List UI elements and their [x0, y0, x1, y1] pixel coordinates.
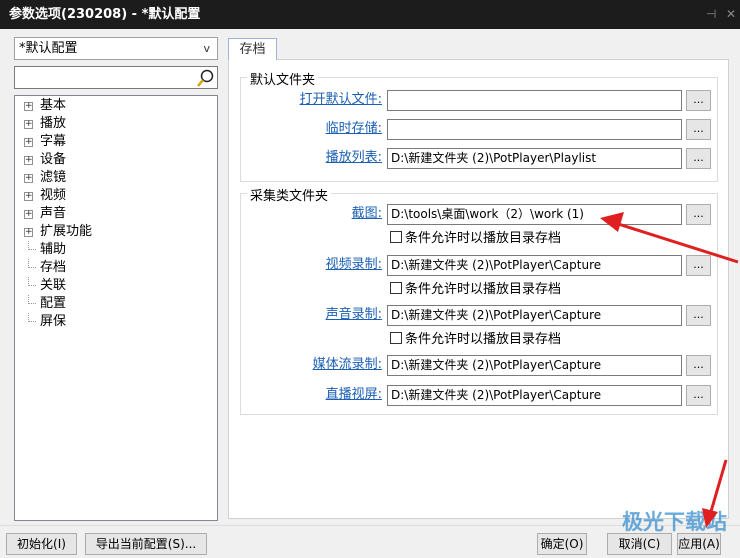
- folder-label-link[interactable]: 直播视屏:: [242, 385, 382, 405]
- tree-item-label: 设备: [40, 152, 67, 167]
- tree-item-label: 辅助: [40, 242, 67, 257]
- apply-button[interactable]: 应用(A): [677, 533, 721, 555]
- pin-icon[interactable]: ⊣: [706, 0, 716, 29]
- tree-item-label: 视频: [40, 188, 67, 203]
- folder-label-link[interactable]: 截图:: [242, 204, 382, 224]
- ok-button[interactable]: 确定(O): [537, 533, 587, 555]
- tree-line: [28, 277, 36, 286]
- tree-item-label: 关联: [40, 278, 67, 293]
- browse-button[interactable]: ...: [686, 148, 711, 169]
- tree-item-label: 声音: [40, 206, 67, 221]
- expand-icon[interactable]: +: [24, 102, 33, 111]
- export-config-button[interactable]: 导出当前配置(S)...: [85, 533, 207, 555]
- play-dir-checkbox[interactable]: 条件允许时以播放目录存档: [390, 332, 561, 348]
- browse-button[interactable]: ...: [686, 119, 711, 140]
- tree-item-label: 播放: [40, 116, 67, 131]
- tree-line: [28, 313, 36, 322]
- expand-icon[interactable]: +: [24, 138, 33, 147]
- title-bar: 参数选项(230208) - *默认配置 ⊣ ✕: [0, 0, 740, 29]
- reset-button[interactable]: 初始化(I): [6, 533, 77, 555]
- folder-label-link[interactable]: 播放列表:: [242, 148, 382, 168]
- folder-path-input[interactable]: [387, 119, 682, 140]
- tab-archive[interactable]: 存档: [228, 38, 277, 60]
- folder-path-input[interactable]: [387, 90, 682, 111]
- folder-label-link[interactable]: 打开默认文件:: [242, 90, 382, 110]
- checkbox-box[interactable]: [390, 282, 402, 294]
- tree-item-label: 滤镜: [40, 170, 67, 185]
- tree-item-label: 字幕: [40, 134, 67, 149]
- folder-path-input[interactable]: D:\新建文件夹 (2)\PotPlayer\Capture: [387, 385, 682, 406]
- folder-path-input[interactable]: D:\新建文件夹 (2)\PotPlayer\Capture: [387, 355, 682, 376]
- expand-icon[interactable]: +: [24, 228, 33, 237]
- folder-path-input[interactable]: D:\新建文件夹 (2)\PotPlayer\Capture: [387, 305, 682, 326]
- tree-line: [28, 259, 36, 268]
- preset-dropdown[interactable]: *默认配置 v: [14, 37, 218, 60]
- play-dir-checkbox[interactable]: 条件允许时以播放目录存档: [390, 282, 561, 298]
- browse-button[interactable]: ...: [686, 385, 711, 406]
- group-title: 默认文件夹: [247, 69, 319, 88]
- browse-button[interactable]: ...: [686, 355, 711, 376]
- watermark: 极光下载站: [622, 510, 727, 534]
- folder-label-link[interactable]: 媒体流录制:: [242, 355, 382, 375]
- folder-label-link[interactable]: 声音录制:: [242, 305, 382, 325]
- tree-item-label: 基本: [40, 98, 67, 113]
- folder-path-input[interactable]: D:\tools\桌面\work（2）\work (1): [387, 204, 682, 225]
- search-input[interactable]: [14, 66, 218, 89]
- tree-item-label: 存档: [40, 260, 67, 275]
- tree-line: [28, 241, 36, 250]
- checkbox-label: 条件允许时以播放目录存档: [405, 332, 562, 347]
- close-icon[interactable]: ✕: [726, 0, 736, 29]
- tree-item-label: 屏保: [40, 314, 67, 329]
- checkbox-box[interactable]: [390, 231, 402, 243]
- expand-icon[interactable]: +: [24, 156, 33, 165]
- chevron-down-icon: v: [203, 42, 210, 55]
- settings-tree[interactable]: + 基本 + 播放 + 字幕 + 设备 + 滤镜 + 视频 + 声音 + 扩展功能辅助存档关联配置屏保: [14, 95, 218, 521]
- capture-folders-group: 采集类文件夹: [240, 185, 718, 415]
- folder-path-input[interactable]: D:\新建文件夹 (2)\PotPlayer\Playlist: [387, 148, 682, 169]
- browse-button[interactable]: ...: [686, 90, 711, 111]
- checkbox-label: 条件允许时以播放目录存档: [405, 282, 562, 297]
- tree-item-label: 扩展功能: [40, 224, 93, 239]
- browse-button[interactable]: ...: [686, 305, 711, 326]
- cancel-button[interactable]: 取消(C): [607, 533, 672, 555]
- tree-line: [28, 295, 36, 304]
- folder-label-link[interactable]: 视频录制:: [242, 255, 382, 275]
- expand-icon[interactable]: +: [24, 120, 33, 129]
- expand-icon[interactable]: +: [24, 174, 33, 183]
- group-title: 采集类文件夹: [247, 185, 332, 204]
- window-title: 参数选项(230208) - *默认配置: [9, 7, 201, 22]
- preset-value: *默认配置: [19, 41, 78, 56]
- search-icon[interactable]: [195, 68, 215, 88]
- expand-icon[interactable]: +: [24, 192, 33, 201]
- folder-label-link[interactable]: 临时存储:: [242, 119, 382, 139]
- checkbox-box[interactable]: [390, 332, 402, 344]
- tree-item-label: 配置: [40, 296, 67, 311]
- checkbox-label: 条件允许时以播放目录存档: [405, 231, 562, 246]
- folder-path-input[interactable]: D:\新建文件夹 (2)\PotPlayer\Capture: [387, 255, 682, 276]
- play-dir-checkbox[interactable]: 条件允许时以播放目录存档: [390, 231, 561, 247]
- browse-button[interactable]: ...: [686, 204, 711, 225]
- browse-button[interactable]: ...: [686, 255, 711, 276]
- expand-icon[interactable]: +: [24, 210, 33, 219]
